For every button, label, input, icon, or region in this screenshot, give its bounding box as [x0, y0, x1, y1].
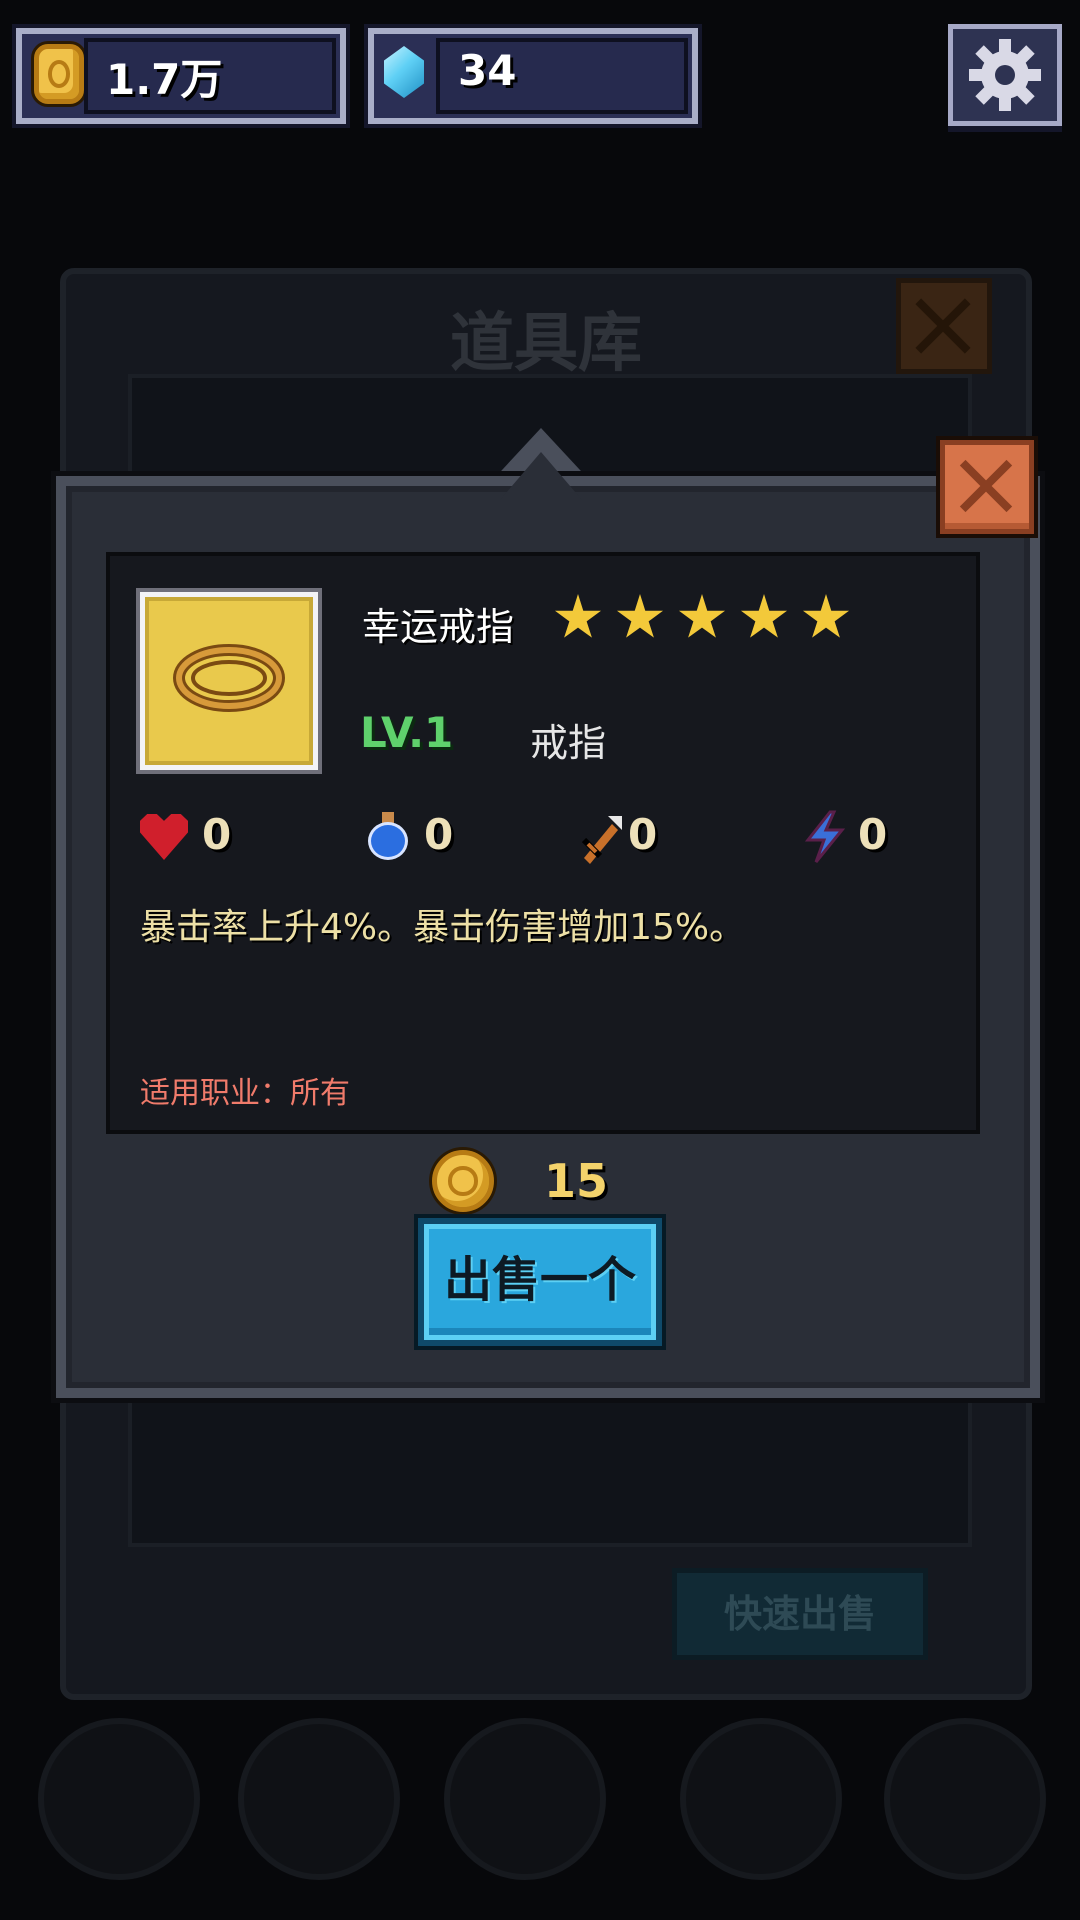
- gold-amount: 1.7万: [106, 55, 223, 104]
- item-level: LV.1: [360, 708, 454, 757]
- stat-health-value: 0: [202, 810, 232, 859]
- nav-shop-button[interactable]: [38, 1718, 200, 1880]
- sell-one-button[interactable]: 出售一个: [418, 1218, 662, 1346]
- gem-counter[interactable]: 34: [368, 28, 698, 124]
- storage-close-button[interactable]: [896, 278, 992, 374]
- stat-attack-value: 0: [628, 810, 658, 859]
- nav-forge-button[interactable]: [238, 1718, 400, 1880]
- star-icon: [678, 594, 726, 638]
- item-info-panel: 幸运戒指 LV.1 戒指 0 0 0 0 暴击率上升4%。暴击伤害增加15%。 …: [106, 552, 980, 1134]
- item-type: 戒指: [530, 721, 607, 765]
- gold-coin-icon: [34, 44, 84, 104]
- stat-mana: 0: [368, 810, 488, 864]
- stat-energy-value: 0: [858, 810, 888, 859]
- nav-hero-button[interactable]: [444, 1718, 606, 1880]
- potion-icon: [368, 812, 408, 860]
- price-coin-icon: [432, 1150, 494, 1212]
- gear-icon: [969, 39, 1041, 111]
- ring-icon: [173, 644, 285, 712]
- stat-health: 0: [140, 810, 260, 864]
- settings-button[interactable]: [948, 24, 1062, 126]
- nav-bag-button[interactable]: [680, 1718, 842, 1880]
- sell-price: 15: [544, 1154, 609, 1208]
- gem-amount: 34: [458, 46, 517, 95]
- lightning-icon: [804, 810, 846, 863]
- applicable-class: 适用职业：所有: [140, 1076, 350, 1111]
- gold-counter[interactable]: 1.7万: [16, 28, 346, 124]
- quick-sell-button[interactable]: 快速出售: [672, 1568, 928, 1660]
- stat-energy: 0: [800, 810, 920, 864]
- item-name: 幸运戒指: [362, 605, 515, 649]
- star-icon: [616, 594, 664, 638]
- stat-attack: 0: [578, 810, 698, 864]
- item-icon-frame: [140, 592, 318, 770]
- nav-more-button[interactable]: [884, 1718, 1046, 1880]
- storage-title: 道具库: [450, 307, 642, 381]
- dialog-close-button[interactable]: [940, 440, 1034, 534]
- heart-icon: [140, 814, 188, 860]
- star-icon: [740, 594, 788, 638]
- star-icon: [554, 594, 602, 638]
- sword-icon: [581, 816, 622, 864]
- item-description: 暴击率上升4%。暴击伤害增加15%。: [140, 907, 746, 948]
- star-icon: [802, 594, 850, 638]
- stat-mana-value: 0: [424, 810, 454, 859]
- gem-icon: [384, 46, 424, 98]
